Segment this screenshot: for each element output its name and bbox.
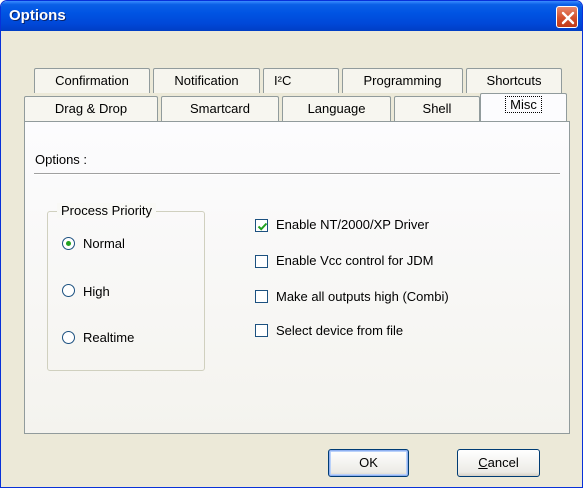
- radio-realtime-label[interactable]: Realtime: [83, 330, 134, 345]
- tab-misc[interactable]: Misc: [480, 93, 567, 121]
- checkbox-nt-driver-label[interactable]: Enable NT/2000/XP Driver: [276, 217, 429, 232]
- checkmark-icon: [257, 222, 268, 231]
- checkbox-nt-driver[interactable]: [255, 219, 268, 232]
- tab-label: Confirmation: [55, 73, 129, 88]
- checkbox-device-from-file[interactable]: [255, 324, 268, 337]
- tab-label: Smartcard: [190, 101, 250, 116]
- radio-realtime[interactable]: [62, 331, 75, 344]
- checkbox-vcc-control-label[interactable]: Enable Vcc control for JDM: [276, 253, 434, 268]
- tab-drag-drop[interactable]: Drag & Drop: [24, 96, 158, 121]
- tab-label: Language: [307, 101, 366, 116]
- radio-normal-label[interactable]: Normal: [83, 236, 125, 251]
- tab-smartcard[interactable]: Smartcard: [161, 96, 279, 121]
- tab-notification[interactable]: Notification: [153, 68, 260, 93]
- section-divider: [34, 173, 560, 175]
- close-icon: [561, 11, 575, 25]
- radio-high[interactable]: [62, 284, 75, 297]
- cancel-accelerator-key: C: [478, 455, 488, 470]
- tab-label: I²C: [274, 73, 292, 88]
- close-button[interactable]: [556, 6, 578, 28]
- tab-confirmation[interactable]: Confirmation: [34, 68, 150, 93]
- tab-shell[interactable]: Shell: [394, 96, 480, 121]
- checkbox-device-from-file-label[interactable]: Select device from file: [276, 323, 403, 338]
- tab-label: Shortcuts: [486, 73, 542, 88]
- tab-language[interactable]: Language: [282, 96, 391, 121]
- window-title: Options: [9, 7, 66, 24]
- cancel-button-label: Cancel: [478, 455, 518, 470]
- process-priority-title: Process Priority: [57, 203, 157, 218]
- tab-i2c[interactable]: I²C: [263, 68, 339, 93]
- tab-label: Notification: [174, 73, 239, 88]
- tab-shortcuts[interactable]: Shortcuts: [466, 68, 562, 93]
- cancel-button[interactable]: Cancel: [457, 449, 540, 477]
- tab-programming[interactable]: Programming: [342, 68, 463, 93]
- ok-button[interactable]: OK: [328, 449, 409, 477]
- tab-label: Misc: [505, 96, 542, 113]
- tab-label: Shell: [422, 101, 452, 116]
- section-label: Options :: [35, 152, 88, 167]
- radio-normal[interactable]: [62, 237, 75, 250]
- ok-button-label: OK: [359, 455, 378, 470]
- tab-label: Programming: [363, 73, 442, 88]
- checkbox-outputs-high-label[interactable]: Make all outputs high (Combi): [276, 289, 449, 304]
- radio-selected-dot: [66, 241, 71, 246]
- checkbox-vcc-control[interactable]: [255, 255, 268, 268]
- checkbox-outputs-high[interactable]: [255, 290, 268, 303]
- options-dialog: Options Confirmation Notification I²C Pr…: [0, 0, 583, 488]
- radio-high-label[interactable]: High: [83, 284, 110, 299]
- title-bar[interactable]: Options: [1, 1, 582, 31]
- tab-label: Drag & Drop: [54, 101, 128, 116]
- cancel-label-rest: ancel: [487, 455, 519, 470]
